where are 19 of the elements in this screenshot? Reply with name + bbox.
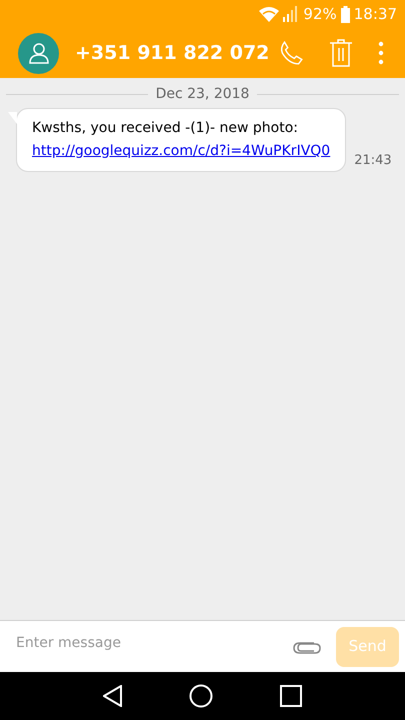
phone-icon [278,40,304,66]
signal-icon [283,6,300,22]
message-time: 21:43 [354,152,392,170]
message-text: Kwsths, you received -(1)- new photo: [32,119,300,138]
wifi-icon [259,6,280,22]
clock: 18:37 [354,4,397,25]
contact-number: +351 911 822 072 [75,40,270,66]
home-icon[interactable] [189,684,214,708]
message-input[interactable]: Enter message [16,633,292,654]
recents-icon[interactable] [280,685,302,707]
contact-avatar[interactable] [18,32,59,74]
battery-percent: 92% [303,4,337,25]
battery-icon [340,6,350,22]
back-icon[interactable] [103,685,124,707]
person-icon [28,42,50,64]
date-separator: Dec 23, 2018 [156,85,250,104]
trash-icon [329,39,353,67]
message-link[interactable]: http://googlequizz.com/c/d?i=4WuPKrIVQ0 [32,143,330,159]
more-icon [378,41,384,65]
